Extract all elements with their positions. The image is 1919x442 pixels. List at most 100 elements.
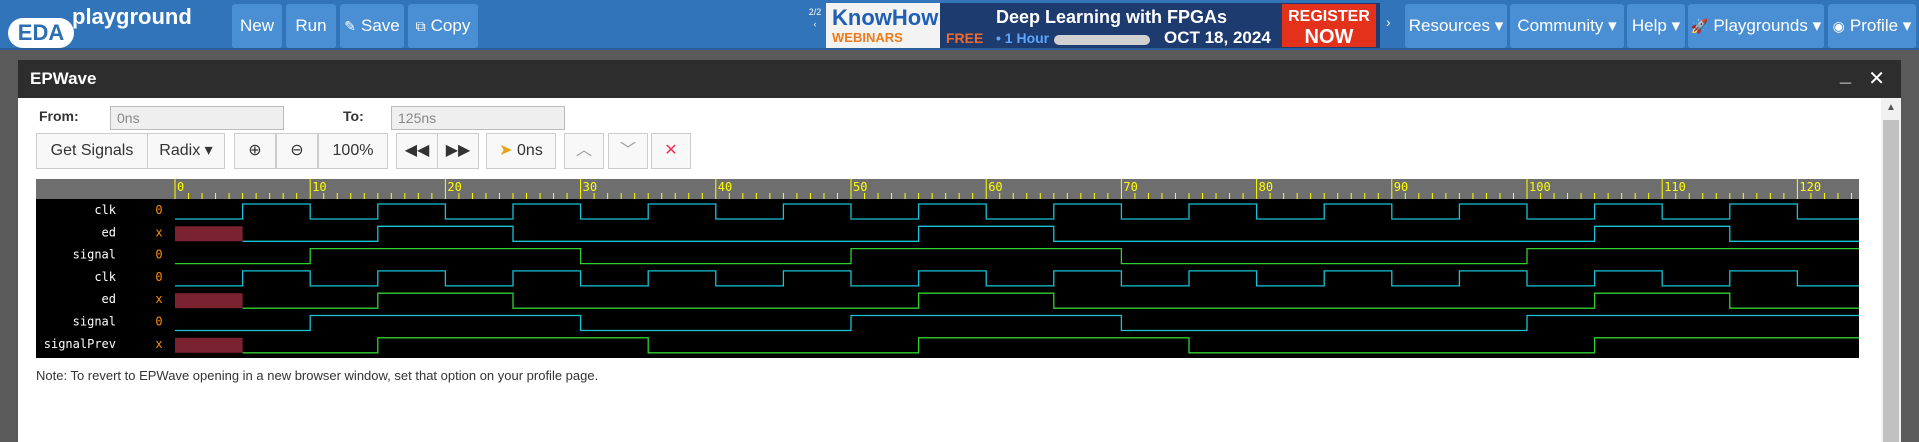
close-icon[interactable]: ✕: [1868, 60, 1885, 98]
profile-note: Note: To revert to EPWave opening in a n…: [36, 368, 599, 383]
top-navbar: EDA playground New Run ✎ Save ⧉ Copy 2/2 ‹ …: [0, 0, 1919, 50]
ruler-tick-label: 80: [1259, 180, 1273, 194]
from-field[interactable]: 0ns: [110, 106, 284, 130]
logo-eda-text: EDA: [8, 18, 74, 48]
minimize-icon[interactable]: _: [1840, 60, 1851, 90]
ruler-tick-label: 40: [718, 180, 732, 194]
chevron-up-icon: ︿: [575, 142, 592, 159]
signal-trace: [242, 292, 1859, 309]
ruler-tick-label: 50: [853, 180, 867, 194]
ad-date: OCT 18, 2024: [1164, 28, 1271, 47]
ruler-tick-label: 100: [1529, 180, 1551, 194]
edaplayground-logo[interactable]: EDA playground: [8, 4, 208, 48]
vertical-scrollbar[interactable]: ▲: [1881, 98, 1901, 442]
profile-menu[interactable]: ◉ Profile ▾: [1828, 4, 1916, 48]
waveform-viewer[interactable]: 0 10 20 30 40 50 60 70 80 90 100 110 120 clk 0 ed x sign…: [36, 179, 1859, 358]
remove-signal-button[interactable]: ✕: [651, 133, 691, 169]
webinar-ad-banner[interactable]: KnowHow WEBINARS Deep Learning with FPGA…: [826, 3, 1380, 48]
zoom-level[interactable]: 100%: [318, 133, 388, 169]
signal-name[interactable]: signalPrev: [44, 337, 116, 351]
signal-trace: [175, 314, 1859, 332]
unknown-value-region: [175, 337, 243, 353]
get-signals-button[interactable]: Get Signals: [36, 133, 148, 169]
caret-down-icon: ▾: [204, 142, 213, 159]
run-button[interactable]: Run: [286, 4, 336, 48]
signal-value: 0: [155, 203, 162, 217]
resources-label: Resources: [1408, 16, 1490, 35]
signal-value: x: [155, 337, 162, 351]
copy-button[interactable]: ⧉ Copy: [408, 4, 478, 48]
fast-forward-icon: ▶▶: [445, 142, 471, 159]
ruler-tick-label: 120: [1799, 180, 1821, 194]
chevron-right-icon[interactable]: ›: [1386, 14, 1391, 30]
cursor-time-button[interactable]: ➤ 0ns: [486, 133, 556, 169]
resources-menu[interactable]: Resources ▾: [1405, 4, 1507, 48]
move-down-button[interactable]: ﹀: [608, 133, 648, 169]
radix-label: Radix: [159, 142, 201, 159]
rocket-icon: 🚀: [1690, 18, 1709, 34]
fast-backward-icon: ◀◀: [404, 142, 430, 159]
ruler-tick-label: 20: [447, 180, 461, 194]
cursor-arrow-icon: ➤: [499, 142, 513, 159]
register-label: REGISTER: [1288, 8, 1370, 25]
x-icon: ✕: [664, 142, 678, 159]
clk-trace: [175, 203, 1859, 220]
knowhow-logo: KnowHow WEBINARS: [826, 3, 940, 48]
user-icon: ◉: [1832, 18, 1845, 34]
unknown-value-region: [175, 293, 243, 309]
profile-label: Profile: [1849, 16, 1899, 35]
help-menu[interactable]: Help ▾: [1627, 4, 1685, 48]
register-now-button[interactable]: REGISTER NOW: [1282, 4, 1376, 48]
signal-name[interactable]: ed: [102, 292, 116, 306]
scroll-thumb[interactable]: [1883, 120, 1899, 442]
ruler-tick-label: 10: [312, 180, 326, 194]
ad-duration: • 1 Hour: [996, 30, 1050, 46]
ruler-tick-label: 70: [1123, 180, 1137, 194]
logo-playground-text: playground: [72, 4, 192, 29]
copy-icon: ⧉: [415, 18, 426, 34]
to-label: To:: [343, 108, 364, 124]
signal-value: 0: [155, 248, 162, 262]
signal-name[interactable]: signal: [73, 315, 116, 329]
ad-title: Deep Learning with FPGAs: [996, 7, 1228, 27]
signal-name[interactable]: signal: [73, 248, 116, 262]
signal-name[interactable]: ed: [102, 225, 116, 239]
signal-trace: [242, 225, 1859, 242]
zoom-in-icon: ⊕: [248, 142, 262, 159]
signal-value: 0: [155, 270, 162, 284]
from-label: From:: [39, 108, 79, 124]
forward-button[interactable]: ▶▶: [437, 133, 479, 169]
new-button[interactable]: New: [232, 4, 282, 48]
ruler-tick-label: 0: [177, 180, 184, 194]
window-title: EPWave: [18, 60, 1901, 98]
save-label: Save: [360, 16, 400, 35]
ruler-tick-label: 30: [583, 180, 597, 194]
pencil-icon: ✎: [344, 18, 356, 34]
scroll-up-arrow[interactable]: ▲: [1885, 102, 1897, 113]
knowhow-webinars: WEBINARS: [832, 30, 903, 45]
community-label: Community: [1517, 16, 1604, 35]
save-button[interactable]: ✎ Save: [340, 4, 404, 48]
rewind-button[interactable]: ◀◀: [396, 133, 438, 169]
ruler-tick-label: 60: [988, 180, 1002, 194]
ad-slider-graphic: [1054, 35, 1150, 45]
ad-pager-count: 2/2: [808, 7, 822, 17]
zoom-out-button[interactable]: ⊖: [276, 133, 318, 169]
move-up-button[interactable]: ︿: [564, 133, 604, 169]
unknown-value-region: [175, 226, 243, 242]
time-ruler: [36, 179, 1859, 199]
signal-value: x: [155, 225, 162, 239]
zoom-in-button[interactable]: ⊕: [234, 133, 276, 169]
playgrounds-menu[interactable]: 🚀 Playgrounds ▾: [1688, 4, 1824, 48]
chevron-down-icon: ﹀: [619, 142, 636, 159]
copy-label: Copy: [430, 16, 471, 35]
signal-name[interactable]: clk: [94, 203, 116, 217]
radix-dropdown[interactable]: Radix ▾: [147, 133, 225, 169]
window-title-text: EPWave: [30, 69, 97, 88]
community-menu[interactable]: Community ▾: [1510, 4, 1624, 48]
zoom-out-icon: ⊖: [290, 142, 304, 159]
ad-pager[interactable]: 2/2 ‹: [806, 6, 824, 30]
to-field[interactable]: 125ns: [391, 106, 565, 130]
signal-name[interactable]: clk: [94, 270, 116, 284]
help-label: Help: [1631, 16, 1667, 35]
